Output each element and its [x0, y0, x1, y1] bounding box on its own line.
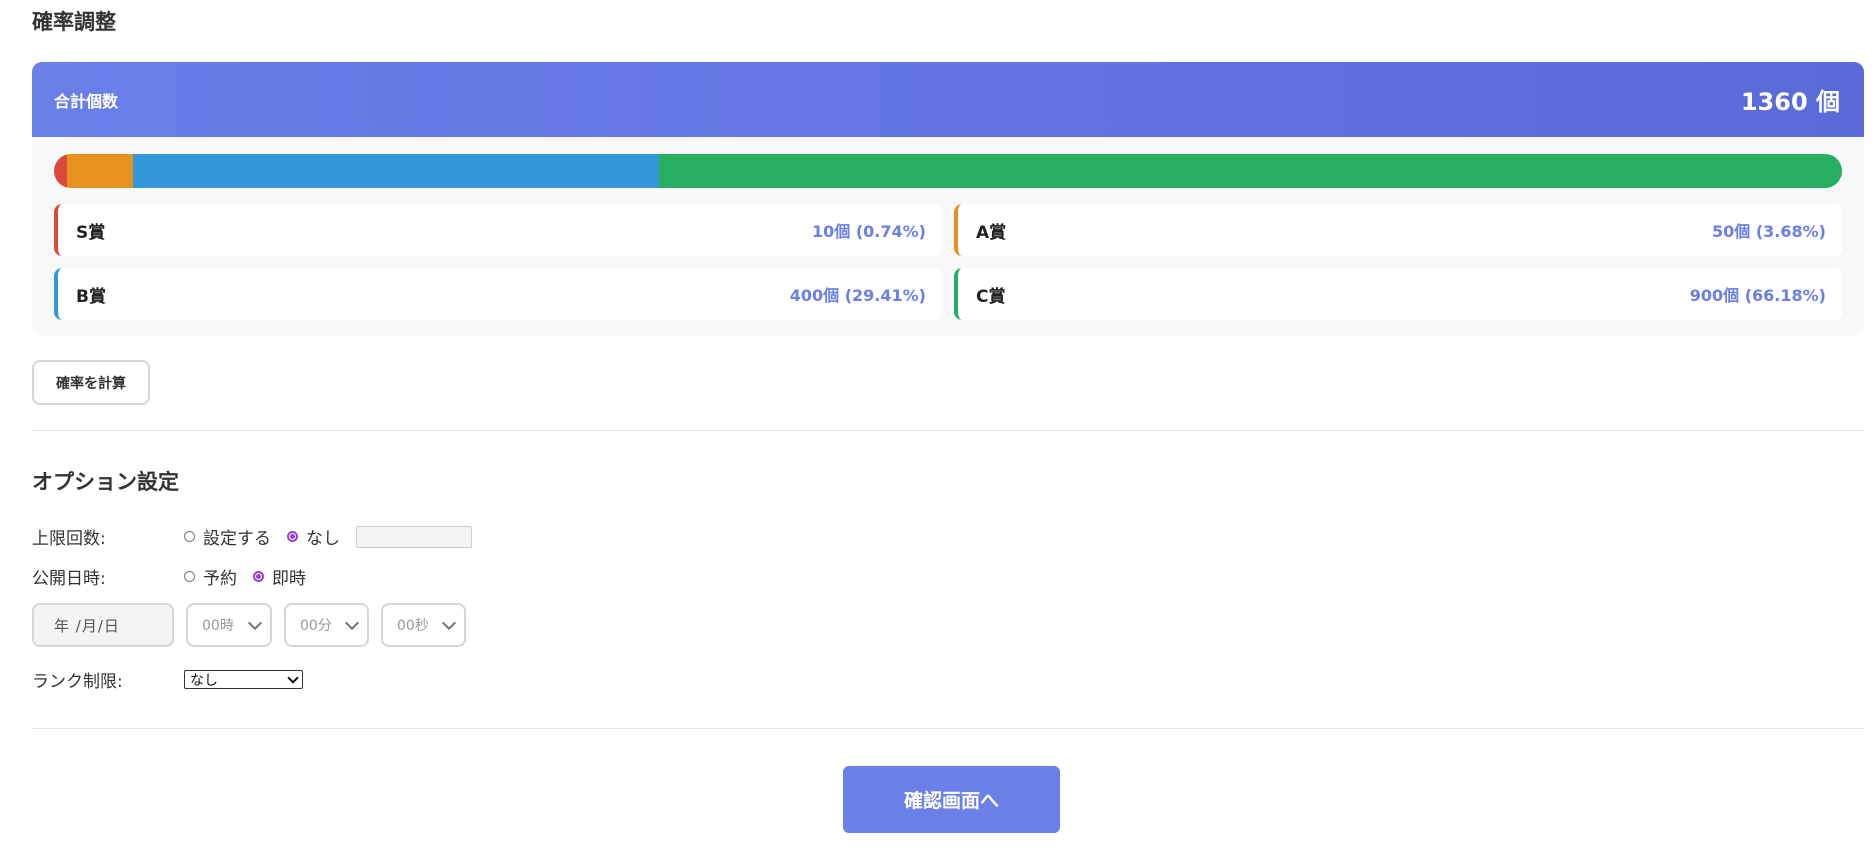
- limit-label: 上限回数:: [32, 529, 106, 549]
- prize-name: S賞: [76, 222, 106, 243]
- prize-card-s: S賞 10個 (0.74%): [54, 204, 942, 256]
- minute-select[interactable]: 00分: [284, 603, 369, 647]
- radio-selected-icon: [253, 571, 264, 582]
- radio-icon: [184, 571, 195, 582]
- publish-label: 公開日時:: [32, 569, 106, 589]
- publish-radio-now[interactable]: 即時: [253, 564, 306, 589]
- minute-value: 00分: [300, 618, 332, 634]
- total-count: 1360 個: [1740, 88, 1840, 116]
- radio-label: 設定する: [203, 529, 271, 549]
- publish-radio-reserve[interactable]: 予約: [184, 564, 237, 589]
- prize-name: A賞: [976, 222, 1007, 243]
- prize-card-b: B賞 400個 (29.41%): [54, 268, 942, 320]
- radio-label: 予約: [203, 569, 237, 589]
- prize-name: C賞: [976, 286, 1006, 307]
- probability-panel: 合計個数 1360 個 S賞 10個 (0.74%) A賞 50個 (3.68%…: [32, 62, 1864, 336]
- summary-header: 合計個数 1360 個: [32, 62, 1864, 137]
- rank-select[interactable]: なし: [184, 670, 303, 689]
- date-input[interactable]: 年 /月/日: [32, 603, 174, 647]
- options-title: オプション設定: [32, 470, 179, 494]
- limit-count-input[interactable]: [356, 525, 472, 548]
- divider: [32, 728, 1864, 729]
- bar-segment-a: [67, 154, 134, 188]
- limit-radio-none[interactable]: なし: [287, 524, 340, 549]
- chevron-down-icon: [441, 615, 457, 630]
- prize-stat: 50個 (3.68%): [1712, 222, 1826, 241]
- confirm-button[interactable]: 確認画面へ: [843, 766, 1060, 833]
- limit-radio-set[interactable]: 設定する: [184, 524, 271, 549]
- hour-select[interactable]: 00時: [186, 603, 272, 647]
- chevron-down-icon: [247, 615, 263, 630]
- distribution-bar: [54, 154, 1842, 188]
- radio-icon: [184, 531, 195, 542]
- probability-page: 確率調整 合計個数 1360 個 S賞 10個 (0.74%) A賞 50個 (…: [0, 0, 1875, 857]
- prize-card-c: C賞 900個 (66.18%): [954, 268, 1842, 320]
- rank-label: ランク制限:: [32, 672, 123, 692]
- rank-value: なし: [190, 672, 218, 689]
- date-placeholder: 年 /月/日: [54, 616, 120, 635]
- chevron-down-icon: [287, 671, 299, 684]
- prize-list: S賞 10個 (0.74%) A賞 50個 (3.68%) B賞 400個 (2…: [54, 204, 1842, 320]
- prize-name: B賞: [76, 286, 106, 307]
- calculate-button[interactable]: 確率を計算: [32, 360, 150, 405]
- limit-row: 上限回数: 設定する なし: [32, 524, 472, 549]
- second-value: 00秒: [397, 618, 429, 634]
- prize-stat: 400個 (29.41%): [789, 286, 926, 305]
- second-select[interactable]: 00秒: [381, 603, 466, 647]
- chevron-down-icon: [344, 615, 360, 630]
- prize-card-a: A賞 50個 (3.68%): [954, 204, 1842, 256]
- publish-row: 公開日時: 予約 即時: [32, 564, 322, 589]
- prize-stat: 10個 (0.74%): [812, 222, 926, 241]
- radio-label: なし: [306, 529, 340, 549]
- prize-stat: 900個 (66.18%): [1689, 286, 1826, 305]
- hour-value: 00時: [202, 618, 234, 634]
- radio-selected-icon: [287, 531, 298, 542]
- bar-segment-s: [54, 154, 68, 188]
- rank-row: ランク制限: なし: [32, 667, 303, 692]
- bar-segment-c: [658, 154, 1842, 188]
- total-label: 合計個数: [54, 91, 119, 111]
- bar-segment-b: [133, 154, 659, 188]
- radio-label: 即時: [272, 569, 306, 589]
- section-title: 確率調整: [32, 10, 116, 34]
- divider: [32, 430, 1864, 431]
